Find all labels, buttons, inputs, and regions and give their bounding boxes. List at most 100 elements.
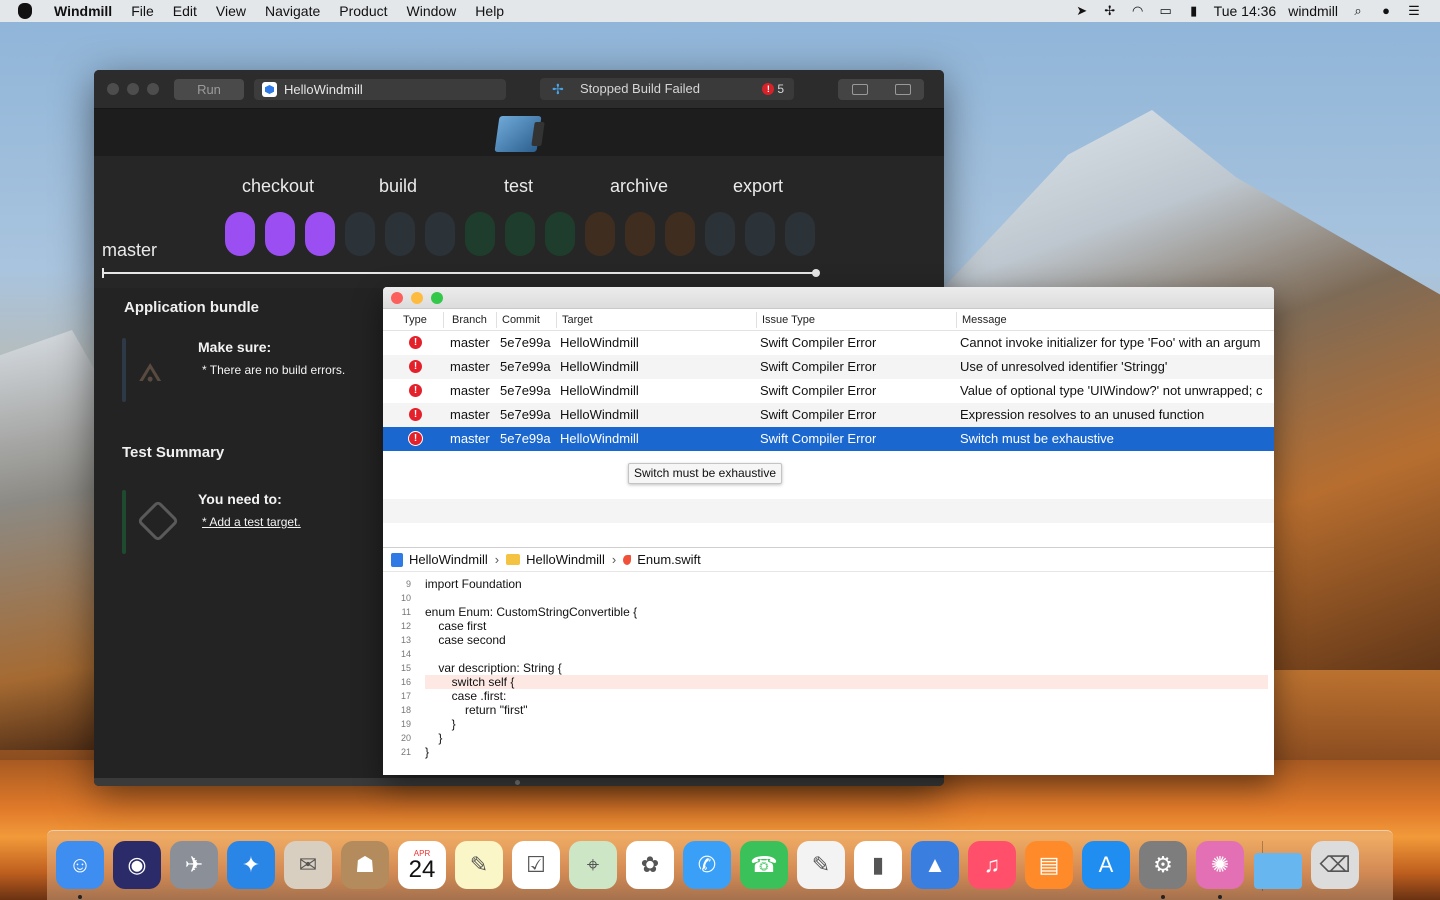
pane-toggle[interactable]: [838, 79, 924, 100]
dock-messages-icon[interactable]: ✆: [683, 841, 731, 889]
column-type[interactable]: Type: [403, 314, 427, 326]
battery-icon[interactable]: ▮: [1186, 4, 1202, 18]
issue-commit: 5e7e99a: [500, 407, 551, 422]
breadcrumb-group[interactable]: HelloWindmill: [526, 552, 605, 567]
dock-mail-icon[interactable]: ✉: [284, 841, 332, 889]
error-icon: !: [409, 360, 422, 373]
column-message[interactable]: Message: [962, 314, 1007, 326]
column-commit[interactable]: Commit: [502, 314, 540, 326]
code-editor[interactable]: 9 import Foundation 10 11 enum Enum: CustomS…: [383, 573, 1274, 775]
issue-row[interactable]: ! master 5e7e99a HelloWindmill Swift Compile…: [383, 403, 1274, 427]
pipeline-timeline[interactable]: [102, 268, 820, 278]
menu-edit[interactable]: Edit: [173, 3, 197, 19]
dock-maps-icon[interactable]: ⌖: [569, 841, 617, 889]
pipeline-step-archive[interactable]: [625, 212, 655, 256]
pipeline-step-test[interactable]: [545, 212, 575, 256]
dock-trash-icon[interactable]: ⌫: [1311, 841, 1359, 889]
menu-view[interactable]: View: [216, 3, 246, 19]
dock-facetime-icon[interactable]: ☎: [740, 841, 788, 889]
pipeline-step-checkout[interactable]: [305, 212, 335, 256]
dock-reminders-icon[interactable]: ☑: [512, 841, 560, 889]
dock-contacts-icon[interactable]: ☗: [341, 841, 389, 889]
issues-zoom-button[interactable]: [431, 291, 443, 304]
wifi-icon[interactable]: ◠: [1130, 4, 1146, 18]
pipeline-step-export[interactable]: [785, 212, 815, 256]
pipeline-step-export[interactable]: [745, 212, 775, 256]
dock-numbers-icon[interactable]: ▮: [854, 841, 902, 889]
add-test-target-link[interactable]: * Add a test target.: [202, 515, 301, 529]
menu-app-name[interactable]: Windmill: [54, 3, 112, 19]
pipeline-step-archive[interactable]: [585, 212, 615, 256]
window-resize-bar[interactable]: [94, 778, 944, 786]
chevron-right-icon: ›: [494, 552, 500, 567]
pipeline-step-build[interactable]: [385, 212, 415, 256]
issue-row[interactable]: ! master 5e7e99a HelloWindmill Swift Compile…: [383, 355, 1274, 379]
error-badge[interactable]: ! 5: [762, 82, 784, 96]
right-pane-icon[interactable]: [894, 84, 911, 95]
dock-running-indicator: [78, 895, 82, 899]
airplay-icon[interactable]: ▭: [1158, 4, 1174, 18]
dock-safari-icon[interactable]: ✦: [227, 841, 275, 889]
app-bundle-icon: ⟑: [138, 346, 163, 390]
pipeline-step-test[interactable]: [465, 212, 495, 256]
dock-photos-icon[interactable]: ✿: [626, 841, 674, 889]
summary-panel: Application bundle ⟑ Make sure: * There …: [94, 288, 384, 786]
zoom-button[interactable]: [147, 83, 159, 95]
pipeline-step-export[interactable]: [705, 212, 735, 256]
dock-calendar-icon[interactable]: APR 24: [398, 841, 446, 889]
dock-keynote-icon[interactable]: ▲: [911, 841, 959, 889]
menu-product[interactable]: Product: [339, 3, 387, 19]
menu-window[interactable]: Window: [407, 3, 457, 19]
close-button[interactable]: [107, 83, 119, 95]
bottom-pane-icon[interactable]: [851, 84, 868, 95]
issue-row[interactable]: ! master 5e7e99a HelloWindmill Swift Compile…: [383, 427, 1274, 451]
minimize-button[interactable]: [127, 83, 139, 95]
notification-center-icon[interactable]: ☰: [1406, 4, 1422, 18]
dock-finder-icon[interactable]: ☺: [56, 841, 104, 889]
apple-menu-icon[interactable]: [18, 3, 32, 19]
issue-commit: 5e7e99a: [500, 383, 551, 398]
dock-ibooks-icon[interactable]: ▤: [1025, 841, 1073, 889]
swift-file-icon: [623, 554, 632, 565]
menu-help[interactable]: Help: [475, 3, 504, 19]
siri-icon[interactable]: ●: [1378, 4, 1394, 18]
menu-navigate[interactable]: Navigate: [265, 3, 320, 19]
column-branch[interactable]: Branch: [452, 314, 487, 326]
column-target[interactable]: Target: [562, 314, 593, 326]
dock-launchpad-icon[interactable]: ✈: [170, 841, 218, 889]
pipeline-step-build[interactable]: [345, 212, 375, 256]
dock-downloads-icon[interactable]: [1254, 853, 1302, 889]
code-line: return "first": [425, 703, 528, 717]
dock-pages-icon[interactable]: ✎: [797, 841, 845, 889]
issues-minimize-button[interactable]: [411, 291, 423, 304]
line-number: 18: [400, 705, 411, 715]
issue-row[interactable]: ! master 5e7e99a HelloWindmill Swift Compile…: [383, 331, 1274, 355]
windmill-status-icon[interactable]: ✢: [1102, 4, 1118, 18]
dock-notes-icon[interactable]: ✎: [455, 841, 503, 889]
pipeline-step-archive[interactable]: [665, 212, 695, 256]
pipeline-step-build[interactable]: [425, 212, 455, 256]
spotlight-icon[interactable]: ⌕: [1350, 4, 1366, 18]
dock-itunes-icon[interactable]: ♫: [968, 841, 1016, 889]
error-icon: !: [409, 432, 422, 445]
dock-siri-icon[interactable]: ◉: [113, 841, 161, 889]
location-icon[interactable]: ➤: [1074, 4, 1090, 18]
column-issue-type[interactable]: Issue Type: [762, 314, 815, 326]
run-button[interactable]: Run: [174, 79, 244, 100]
issue-target: HelloWindmill: [560, 431, 639, 446]
dock-app-store-icon[interactable]: A: [1082, 841, 1130, 889]
scheme-selector[interactable]: HelloWindmill: [254, 79, 506, 100]
breadcrumb-file[interactable]: Enum.swift: [637, 552, 701, 567]
breadcrumb-project[interactable]: HelloWindmill: [409, 552, 488, 567]
project-file-icon: [391, 552, 403, 567]
menu-clock[interactable]: Tue 14:36: [1214, 3, 1277, 19]
issues-close-button[interactable]: [391, 291, 403, 304]
menu-file[interactable]: File: [131, 3, 154, 19]
pipeline-step-test[interactable]: [505, 212, 535, 256]
issue-row[interactable]: ! master 5e7e99a HelloWindmill Swift Compile…: [383, 379, 1274, 403]
pipeline-step-checkout[interactable]: [225, 212, 255, 256]
pipeline-step-checkout[interactable]: [265, 212, 295, 256]
menu-user[interactable]: windmill: [1288, 3, 1338, 19]
dock-windmill-icon[interactable]: ✺: [1196, 841, 1244, 889]
dock-system-preferences-icon[interactable]: ⚙: [1139, 841, 1187, 889]
